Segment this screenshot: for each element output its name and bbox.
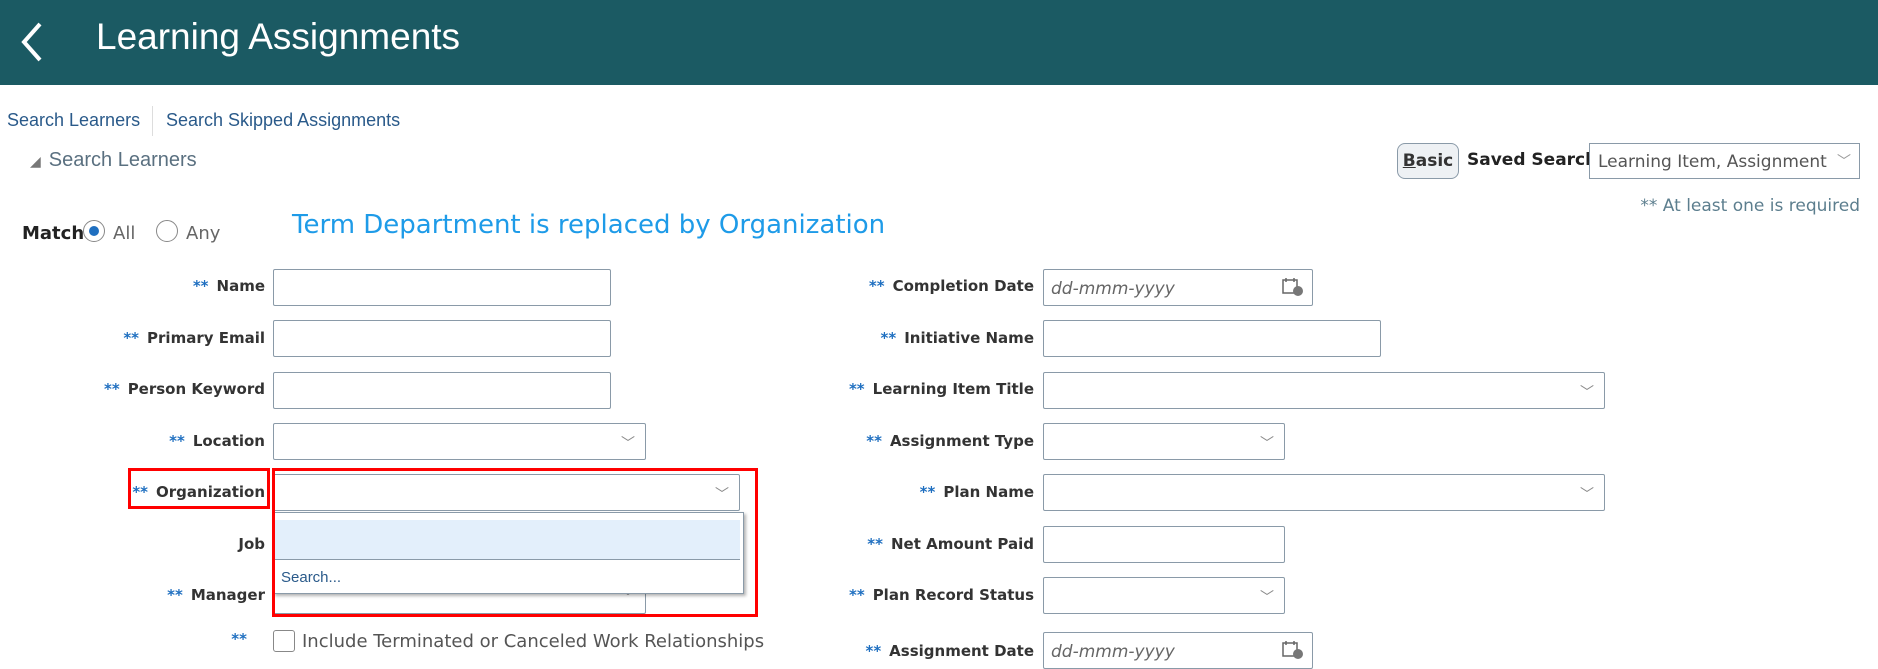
- chevron-down-icon: ﹀: [1837, 154, 1851, 170]
- match-any-radio[interactable]: [156, 220, 178, 242]
- location-label: ** Location: [169, 432, 265, 450]
- chevron-left-icon[interactable]: [18, 14, 48, 70]
- calendar-icon[interactable]: [1282, 640, 1304, 660]
- plan-record-status-select[interactable]: ﹀: [1043, 577, 1285, 614]
- net-amount-paid-input[interactable]: [1043, 526, 1285, 563]
- match-all-label: All: [113, 223, 136, 244]
- highlight-box-label: [128, 468, 270, 509]
- basic-button[interactable]: Basic: [1397, 143, 1459, 179]
- completion-date-label: ** Completion Date: [868, 277, 1034, 295]
- saved-search-label: Saved Search: [1467, 150, 1598, 170]
- assignment-date-input[interactable]: dd-mmm-yyyy: [1043, 632, 1313, 669]
- app-header: Learning Assignments: [0, 0, 1878, 85]
- page-title: Learning Assignments: [96, 16, 461, 57]
- person-keyword-input[interactable]: [273, 372, 611, 409]
- annotation-note: Term Department is replaced by Organizat…: [292, 210, 886, 240]
- learning-item-title-select[interactable]: ﹀: [1043, 372, 1605, 409]
- saved-search-value: Learning Item, Assignment: [1598, 152, 1827, 172]
- net-amount-paid-label: ** Net Amount Paid: [867, 535, 1034, 553]
- saved-search-select[interactable]: Learning Item, Assignment ﹀: [1589, 143, 1860, 179]
- person-keyword-label: ** Person Keyword: [103, 380, 265, 398]
- date-placeholder: dd-mmm-yyyy: [1051, 642, 1175, 662]
- checkbox-required-mark: **: [231, 630, 247, 648]
- tab-search-skipped-assignments[interactable]: Search Skipped Assignments: [166, 110, 400, 131]
- chevron-down-icon: ﹀: [1260, 435, 1274, 451]
- include-terminated-checkbox[interactable]: [273, 630, 295, 652]
- tab-divider: [152, 106, 153, 136]
- chevron-down-icon: ﹀: [1580, 384, 1594, 400]
- learning-item-title-label: ** Learning Item Title: [848, 380, 1034, 398]
- chevron-down-icon: ﹀: [1580, 486, 1594, 502]
- tab-search-learners[interactable]: Search Learners: [7, 110, 140, 131]
- name-label: ** Name: [192, 277, 265, 295]
- plan-record-status-label: ** Plan Record Status: [848, 586, 1034, 604]
- location-select[interactable]: ﹀: [273, 423, 646, 460]
- assignment-date-label: ** Assignment Date: [865, 642, 1034, 660]
- name-input[interactable]: [273, 269, 611, 306]
- calendar-icon[interactable]: [1282, 277, 1304, 297]
- include-terminated-label: Include Terminated or Canceled Work Rela…: [302, 631, 765, 652]
- initiative-name-label: ** Initiative Name: [880, 329, 1034, 347]
- basic-label: Basic: [1402, 151, 1454, 171]
- assignment-type-select[interactable]: ﹀: [1043, 423, 1285, 460]
- job-label: Job: [238, 535, 265, 553]
- plan-name-label: ** Plan Name: [919, 483, 1034, 501]
- plan-name-select[interactable]: ﹀: [1043, 474, 1605, 511]
- match-any-label: Any: [186, 223, 221, 244]
- manager-label: ** Manager: [167, 586, 265, 604]
- date-placeholder: dd-mmm-yyyy: [1051, 279, 1175, 299]
- section-header[interactable]: ◢ Search Learners: [30, 149, 197, 172]
- section-title: Search Learners: [48, 149, 197, 171]
- completion-date-input[interactable]: dd-mmm-yyyy: [1043, 269, 1313, 306]
- match-all-radio[interactable]: [83, 220, 105, 242]
- collapse-triangle-icon: ◢: [30, 153, 41, 169]
- primary-email-label: ** Primary Email: [123, 329, 265, 347]
- chevron-down-icon: ﹀: [621, 435, 635, 451]
- match-label: Match: [22, 223, 85, 244]
- initiative-name-input[interactable]: [1043, 320, 1381, 357]
- primary-email-input[interactable]: [273, 320, 611, 357]
- chevron-down-icon: ﹀: [1260, 589, 1274, 605]
- assignment-type-label: ** Assignment Type: [866, 432, 1034, 450]
- required-note: ** At least one is required: [1640, 196, 1860, 216]
- highlight-box-dropdown: [272, 468, 758, 617]
